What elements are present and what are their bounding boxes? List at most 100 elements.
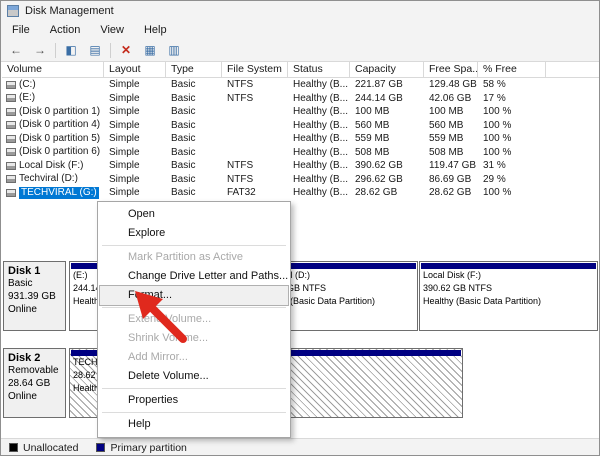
help-doc-icon[interactable]: ▤ (86, 42, 104, 59)
menu-view[interactable]: View (97, 23, 127, 37)
cell-fs (222, 105, 288, 119)
col-layout[interactable]: Layout (104, 62, 166, 77)
volume-icon (6, 189, 16, 197)
menu-item-explore[interactable]: Explore (100, 224, 288, 243)
menu-separator (102, 388, 286, 389)
cell-pct: 58 % (478, 78, 546, 92)
volume-icon (6, 121, 16, 129)
disk-name: Disk 2 (8, 352, 61, 364)
volume-name: (Disk 0 partition 1) (19, 106, 100, 118)
cell-layout: Simple (104, 78, 166, 92)
cell-status: Healthy (B... (288, 146, 350, 160)
menu-item-delete-volume[interactable]: Delete Volume... (100, 367, 288, 386)
legend-unallocated: Unallocated (9, 442, 78, 454)
legend-label: Primary partition (110, 442, 186, 454)
table-row[interactable]: (C:) Simple Basic NTFS Healthy (B... 221… (2, 78, 599, 92)
cell-layout: Simple (104, 146, 166, 160)
partition-block-f[interactable]: Local Disk (F:) 390.62 GB NTFS Healthy (… (419, 261, 598, 331)
back-arrow-icon[interactable]: ← (7, 42, 25, 59)
table-row[interactable]: (Disk 0 partition 1) Simple Basic Health… (2, 105, 599, 119)
primary-partition-swatch (96, 443, 105, 452)
partition-label: Local Disk (F:) (420, 269, 597, 282)
cell-pct: 100 % (478, 132, 546, 146)
cell-fs (222, 146, 288, 160)
cell-type: Basic (166, 78, 222, 92)
cell-free: 119.47 GB (424, 159, 478, 173)
col-file-system[interactable]: File System (222, 62, 288, 77)
cell-capacity: 508 MB (350, 146, 424, 160)
cell-status: Healthy (B... (288, 78, 350, 92)
disk-1-label-panel[interactable]: Disk 1 Basic 931.39 GB Online (3, 261, 66, 331)
menu-file[interactable]: File (9, 23, 33, 37)
volume-name: Techviral (D:) (19, 173, 78, 185)
cell-free: 560 MB (424, 119, 478, 133)
menu-separator (102, 245, 286, 246)
menu-item-mark-partition-active: Mark Partition as Active (100, 248, 288, 267)
cell-pct: 100 % (478, 105, 546, 119)
volume-name: (C:) (19, 79, 36, 91)
volume-icon (6, 81, 16, 89)
cell-layout: Simple (104, 132, 166, 146)
legend-label: Unallocated (23, 442, 78, 454)
cell-fs (222, 119, 288, 133)
menu-item-properties[interactable]: Properties (100, 391, 288, 410)
cell-capacity: 100 MB (350, 105, 424, 119)
col-type[interactable]: Type (166, 62, 222, 77)
menu-item-help[interactable]: Help (100, 415, 288, 434)
table-row[interactable]: (E:) Simple Basic NTFS Healthy (B... 244… (2, 92, 599, 106)
cell-status: Healthy (B... (288, 105, 350, 119)
cell-layout: Simple (104, 119, 166, 133)
col-free-space[interactable]: Free Spa... (424, 62, 478, 77)
cell-free: 86.69 GB (424, 173, 478, 187)
table-row[interactable]: (Disk 0 partition 5) Simple Basic Health… (2, 132, 599, 146)
delete-volume-icon[interactable]: ✕ (117, 42, 135, 59)
views-icon[interactable]: ▥ (165, 42, 183, 59)
menu-item-open[interactable]: Open (100, 205, 288, 224)
cell-capacity: 221.87 GB (350, 78, 424, 92)
cell-pct: 29 % (478, 173, 546, 187)
cell-fs: NTFS (222, 92, 288, 106)
window-title: Disk Management (25, 5, 114, 17)
cell-pct: 100 % (478, 119, 546, 133)
table-row[interactable]: Techviral (D:) Simple Basic NTFS Healthy… (2, 173, 599, 187)
menu-separator (102, 412, 286, 413)
cell-pct: 100 % (478, 146, 546, 160)
toolbar: ← → ◧ ▤ ✕ ▦ ▥ (1, 39, 599, 62)
col-status[interactable]: Status (288, 62, 350, 77)
table-row[interactable]: (Disk 0 partition 6) Simple Basic Health… (2, 146, 599, 160)
red-arrow-annotation (127, 283, 189, 345)
cell-pct: 17 % (478, 92, 546, 106)
cell-fs: NTFS (222, 173, 288, 187)
console-tree-icon[interactable]: ◧ (62, 42, 80, 59)
menu-action[interactable]: Action (47, 23, 84, 37)
cell-capacity: 28.62 GB (350, 186, 424, 200)
col-capacity[interactable]: Capacity (350, 62, 424, 77)
toolbar-divider (55, 43, 56, 58)
col-spacer (546, 62, 599, 77)
table-row[interactable]: (Disk 0 partition 4) Simple Basic Health… (2, 119, 599, 133)
volume-icon (6, 135, 16, 143)
cell-status: Healthy (B... (288, 159, 350, 173)
cell-type: Basic (166, 105, 222, 119)
cell-type: Basic (166, 159, 222, 173)
table-row[interactable]: Local Disk (F:) Simple Basic NTFS Health… (2, 159, 599, 173)
volume-name: (E:) (19, 92, 35, 104)
cell-type: Basic (166, 173, 222, 187)
volume-icon (6, 94, 16, 102)
menubar: File Action View Help (1, 21, 599, 39)
col-volume[interactable]: Volume (2, 62, 104, 77)
volume-icon (6, 148, 16, 156)
table-row-selected[interactable]: TECHVIRAL (G:) Simple Basic FAT32 Health… (2, 186, 599, 200)
cell-spacer (546, 78, 599, 92)
forward-arrow-icon[interactable]: → (31, 42, 49, 59)
menu-help[interactable]: Help (141, 23, 170, 37)
properties-icon[interactable]: ▦ (141, 42, 159, 59)
cell-capacity: 244.14 GB (350, 92, 424, 106)
cell-spacer (546, 173, 599, 187)
cell-free: 129.48 GB (424, 78, 478, 92)
cell-type: Basic (166, 92, 222, 106)
col-pct-free[interactable]: % Free (478, 62, 546, 77)
disk-2-label-panel[interactable]: Disk 2 Removable 28.64 GB Online (3, 348, 66, 418)
cell-status: Healthy (B... (288, 119, 350, 133)
disk-management-window: Disk Management File Action View Help ← … (0, 0, 600, 456)
